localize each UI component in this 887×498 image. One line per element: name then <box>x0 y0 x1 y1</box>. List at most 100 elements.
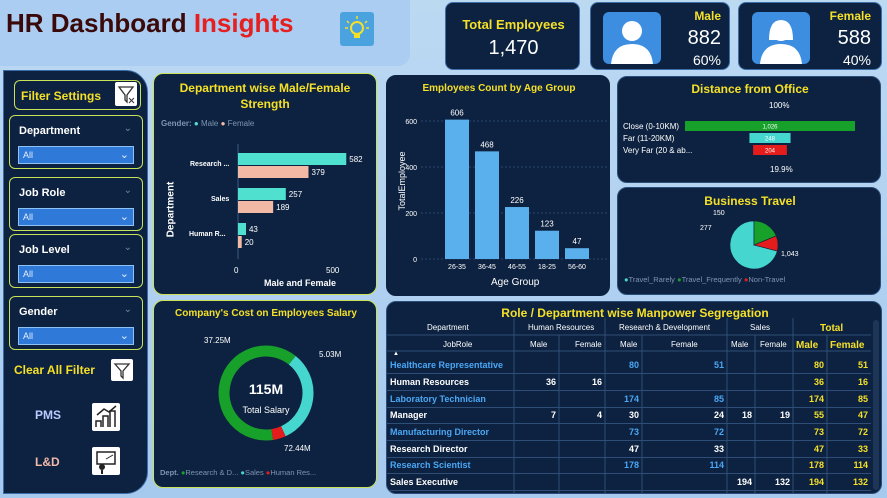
axis-tick-label: 56-60 <box>568 264 586 271</box>
table-row[interactable]: Manager 7 4 30 24 18 19 55 47 <box>387 407 871 425</box>
table-cell: 47 <box>827 407 871 425</box>
table-row[interactable]: Sales Executive 194 132 194 132 <box>387 473 871 491</box>
funnel-data-label: 1,026 <box>762 125 778 131</box>
axis-tick-label: 18-25 <box>538 264 556 271</box>
table-cell: 19 <box>755 407 793 425</box>
clear-all-filter-button[interactable]: Clear All Filter <box>14 363 95 377</box>
table-cell <box>514 357 559 375</box>
business-travel-card: Business Travel 150 277 1,043 ●Travel_Ra… <box>617 187 881 295</box>
total-employees-card: Total Employees 1,470 <box>445 2 580 70</box>
chevron-down-icon[interactable]: ⌄ <box>124 185 132 196</box>
table-row[interactable]: Research Scientist 178 114 178 114 <box>387 457 871 475</box>
table-row[interactable]: Human Resources 36 16 36 16 <box>387 373 871 391</box>
ld-icon[interactable] <box>92 447 120 475</box>
table-cell: 36 <box>514 373 559 391</box>
row-label: Sales Executive <box>387 473 514 491</box>
row-label: Research Scientist <box>387 457 514 475</box>
row-label: Healthcare Representative <box>387 357 514 375</box>
table-cell <box>514 457 559 475</box>
table-row[interactable]: Laboratory Technician 174 85 174 85 <box>387 390 871 408</box>
bar-data-label: 606 <box>450 109 464 118</box>
department-gender-chart-card: Department wise Male/Female Strength Gen… <box>153 73 377 295</box>
male-avatar-icon <box>603 12 661 64</box>
age-group-chart-card: Employees Count by Age Group TotalEmploy… <box>386 75 610 296</box>
table-cell <box>514 423 559 441</box>
table-cell: 33 <box>827 440 871 458</box>
table-cell: 7 <box>514 407 559 425</box>
table-row[interactable]: Healthcare Representative 80 51 80 51 <box>387 357 871 375</box>
department-select[interactable]: All ⌄ <box>18 146 134 164</box>
axis-tick-label: 400 <box>405 165 417 172</box>
bar-data-label: 582 <box>349 155 363 164</box>
table-cell <box>559 473 605 491</box>
table-cell <box>727 457 755 475</box>
table-cell <box>755 440 793 458</box>
table-cell: 47 <box>605 440 642 458</box>
table-cell: 194 <box>727 473 755 491</box>
axis-tick-label: 46-55 <box>508 264 526 271</box>
department-filter[interactable]: Department ⌄ All ⌄ <box>9 115 143 169</box>
table-cell: 4 <box>559 407 605 425</box>
table-cell <box>642 373 727 391</box>
gender-filter[interactable]: Gender ⌄ All ⌄ <box>9 296 143 350</box>
axis-tick-label: 200 <box>405 211 417 218</box>
bar-data-label: 257 <box>289 190 303 199</box>
chevron-down-icon[interactable]: ⌄ <box>124 242 132 253</box>
matrix-table: Healthcare Representative 80 51 80 51 Human R… <box>387 357 871 491</box>
table-cell: 36 <box>793 373 827 391</box>
total-employees-value: 1,470 <box>488 37 539 59</box>
ld-button[interactable]: L&D <box>35 455 60 469</box>
gender-select[interactable]: All ⌄ <box>18 327 134 345</box>
age-bar <box>505 207 529 259</box>
table-cell: 178 <box>605 457 642 475</box>
table-cell: 80 <box>605 357 642 375</box>
age-bar <box>445 119 469 259</box>
gender-filter-label: Gender <box>19 306 58 318</box>
bar-data-label: 43 <box>249 225 258 234</box>
chevron-down-icon[interactable]: ⌄ <box>124 123 132 134</box>
chevron-down-icon[interactable]: ⌄ <box>124 304 132 315</box>
job-role-filter[interactable]: Job Role ⌄ All ⌄ <box>9 177 143 231</box>
table-cell <box>755 373 793 391</box>
pms-button[interactable]: PMS <box>35 408 61 422</box>
table-cell: 16 <box>827 373 871 391</box>
chevron-down-icon: ⌄ <box>119 149 129 161</box>
male-label: Male <box>694 9 721 23</box>
bar-data-label: 20 <box>245 238 254 247</box>
table-cell: 85 <box>642 390 727 408</box>
table-cell: 51 <box>827 357 871 375</box>
pms-icon[interactable] <box>92 403 120 431</box>
table-cell: 132 <box>755 473 793 491</box>
table-row[interactable]: Manufacturing Director 73 72 73 72 <box>387 423 871 441</box>
table-cell: 24 <box>642 407 727 425</box>
age-bar <box>565 248 589 259</box>
bar-data-label: 123 <box>540 220 554 229</box>
table-row[interactable]: Research Director 47 33 47 33 <box>387 440 871 458</box>
job-level-select[interactable]: All ⌄ <box>18 265 134 283</box>
female-bar <box>238 201 274 213</box>
clear-filter-icon[interactable] <box>111 359 133 381</box>
filter-funnel-icon[interactable] <box>115 82 137 106</box>
job-level-filter[interactable]: Job Level ⌄ All ⌄ <box>9 234 143 288</box>
page-title: HR Dashboard Insights <box>6 8 294 38</box>
table-cell: 114 <box>827 457 871 475</box>
female-bar <box>238 236 242 248</box>
donut-label: 5.03M <box>319 350 342 359</box>
table-cell: 30 <box>605 407 642 425</box>
age-bars: 0 200 400 600 606 26-35 468 36-45 226 46-55 123 18-… <box>405 109 607 271</box>
distance-chart-card: Distance from Office 100% 19.9% Close (0… <box>617 76 881 183</box>
table-cell: 85 <box>827 390 871 408</box>
male-bar <box>238 223 246 235</box>
job-level-filter-label: Job Level <box>19 244 70 256</box>
lightbulb-icon <box>340 12 374 46</box>
job-role-filter-label: Job Role <box>19 187 66 199</box>
job-role-select[interactable]: All ⌄ <box>18 208 134 226</box>
age-bar <box>475 151 499 259</box>
male-card: Male 882 60% <box>590 2 730 70</box>
axis-tick-label: 0 <box>413 257 417 264</box>
table-cell <box>755 457 793 475</box>
travel-legend: ●Travel_Rarely ●Travel_Frequently ●Non-T… <box>624 275 786 284</box>
table-cell: 174 <box>793 390 827 408</box>
funnel-data-label: 204 <box>765 149 776 155</box>
female-bar <box>238 166 309 178</box>
